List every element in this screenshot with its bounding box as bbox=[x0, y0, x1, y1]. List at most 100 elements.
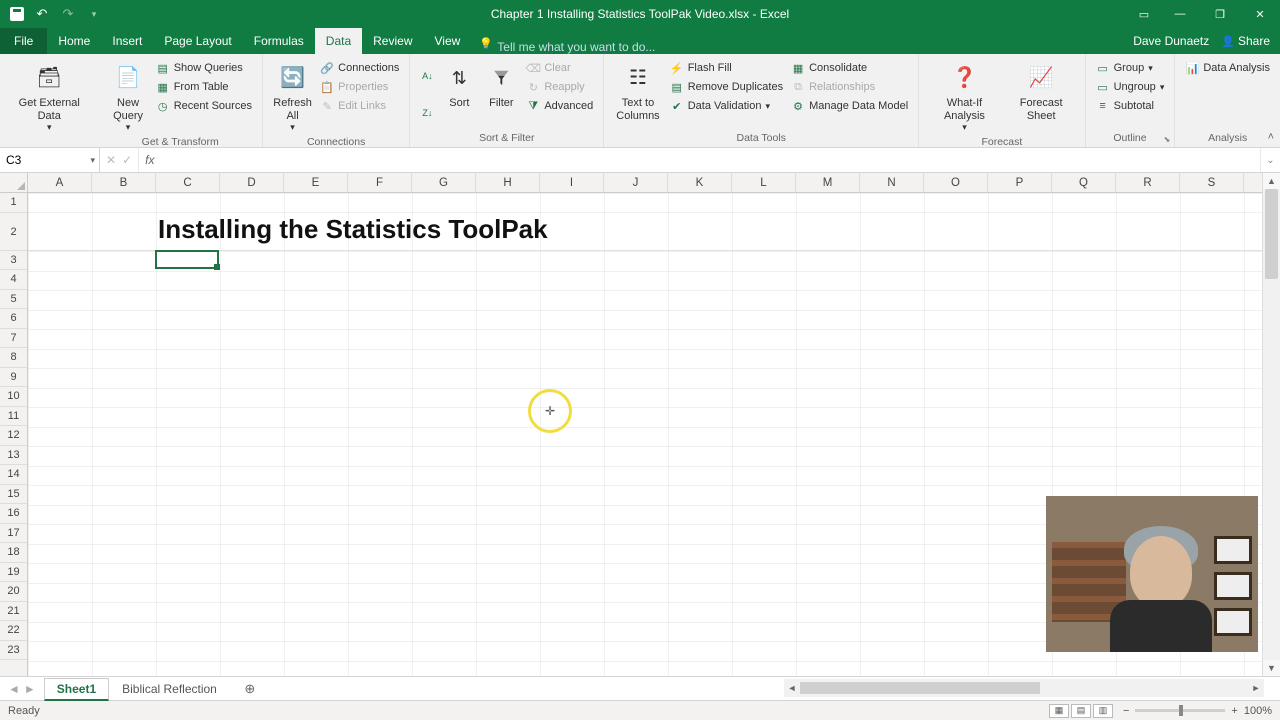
col-header-D[interactable]: D bbox=[220, 173, 284, 192]
filter-button[interactable]: Filter bbox=[480, 58, 522, 131]
sheet-tab-sheet1[interactable]: Sheet1 bbox=[44, 678, 109, 701]
sort-button[interactable]: Sort bbox=[438, 58, 480, 131]
reapply-button[interactable]: ↻Reapply bbox=[524, 79, 595, 95]
save-icon[interactable] bbox=[10, 7, 24, 21]
col-header-G[interactable]: G bbox=[412, 173, 476, 192]
col-header-N[interactable]: N bbox=[860, 173, 924, 192]
tab-review[interactable]: Review bbox=[362, 28, 423, 54]
consolidate-button[interactable]: Consolidate bbox=[789, 60, 910, 76]
col-header-B[interactable]: B bbox=[92, 173, 156, 192]
qat-customize-icon[interactable]: ▾ bbox=[86, 6, 102, 22]
new-query-button[interactable]: New Query▾ bbox=[104, 58, 151, 135]
row-header-14[interactable]: 14 bbox=[0, 465, 27, 485]
sheet-tab-biblical-reflection[interactable]: Biblical Reflection bbox=[109, 678, 230, 699]
tab-insert[interactable]: Insert bbox=[101, 28, 153, 54]
tab-page-layout[interactable]: Page Layout bbox=[153, 28, 242, 54]
undo-icon[interactable]: ↶ bbox=[34, 6, 50, 22]
col-header-F[interactable]: F bbox=[348, 173, 412, 192]
page-layout-view-button[interactable]: ▤ bbox=[1071, 704, 1091, 718]
row-header-17[interactable]: 17 bbox=[0, 524, 27, 544]
col-header-L[interactable]: L bbox=[732, 173, 796, 192]
col-header-I[interactable]: I bbox=[540, 173, 604, 192]
name-box[interactable]: ▾ bbox=[0, 148, 100, 172]
tell-me-search[interactable]: Tell me what you want to do... bbox=[479, 40, 655, 54]
sort-az-button[interactable] bbox=[418, 69, 436, 85]
redo-icon[interactable]: ↷ bbox=[60, 6, 76, 22]
data-analysis-button[interactable]: Data Analysis bbox=[1183, 60, 1272, 76]
name-box-dropdown-icon[interactable]: ▾ bbox=[90, 155, 95, 166]
col-header-K[interactable]: K bbox=[668, 173, 732, 192]
remove-duplicates-button[interactable]: Remove Duplicates bbox=[668, 79, 785, 95]
row-header-19[interactable]: 19 bbox=[0, 563, 27, 583]
file-tab[interactable]: File bbox=[0, 28, 47, 54]
col-header-E[interactable]: E bbox=[284, 173, 348, 192]
horizontal-scrollbar[interactable]: ◄ ► bbox=[784, 679, 1264, 697]
column-headers[interactable]: ABCDEFGHIJKLMNOPQRS bbox=[28, 173, 1262, 193]
hscroll-thumb[interactable] bbox=[800, 682, 1040, 694]
group-button[interactable]: Group ▾ bbox=[1094, 60, 1167, 76]
col-header-S[interactable]: S bbox=[1180, 173, 1244, 192]
ribbon-display-options-icon[interactable]: ▭ bbox=[1128, 0, 1160, 28]
formula-input[interactable] bbox=[160, 148, 1260, 172]
forecast-sheet-button[interactable]: Forecast Sheet bbox=[1004, 58, 1079, 135]
vertical-scrollbar[interactable]: ▲ ▼ bbox=[1262, 173, 1280, 676]
page-break-view-button[interactable]: ▥ bbox=[1093, 704, 1113, 718]
col-header-Q[interactable]: Q bbox=[1052, 173, 1116, 192]
tab-view[interactable]: View bbox=[424, 28, 472, 54]
connections-button[interactable]: Connections bbox=[318, 60, 401, 76]
row-header-4[interactable]: 4 bbox=[0, 270, 27, 290]
zoom-in-button[interactable]: + bbox=[1231, 705, 1237, 717]
minimize-button[interactable]: — bbox=[1160, 0, 1200, 28]
tab-data[interactable]: Data bbox=[315, 28, 362, 54]
zoom-slider[interactable] bbox=[1135, 709, 1225, 712]
edit-links-button[interactable]: Edit Links bbox=[318, 98, 401, 114]
relationships-button[interactable]: Relationships bbox=[789, 79, 910, 95]
name-box-input[interactable] bbox=[0, 153, 78, 167]
hscroll-right-icon[interactable]: ► bbox=[1248, 683, 1264, 693]
close-button[interactable]: ✕ bbox=[1240, 0, 1280, 28]
maximize-button[interactable]: ❐ bbox=[1200, 0, 1240, 28]
row-header-23[interactable]: 23 bbox=[0, 641, 27, 661]
zoom-out-button[interactable]: − bbox=[1123, 705, 1129, 717]
show-queries-button[interactable]: ▤Show Queries bbox=[154, 60, 254, 76]
row-header-18[interactable]: 18 bbox=[0, 543, 27, 563]
text-to-columns-button[interactable]: Text to Columns bbox=[610, 58, 665, 131]
row-header-13[interactable]: 13 bbox=[0, 446, 27, 466]
col-header-J[interactable]: J bbox=[604, 173, 668, 192]
refresh-all-button[interactable]: Refresh All▾ bbox=[269, 58, 316, 135]
from-table-button[interactable]: ▦From Table bbox=[154, 79, 254, 95]
row-header-6[interactable]: 6 bbox=[0, 309, 27, 329]
tab-home[interactable]: Home bbox=[47, 28, 101, 54]
col-header-A[interactable]: A bbox=[28, 173, 92, 192]
col-header-M[interactable]: M bbox=[796, 173, 860, 192]
select-all-corner[interactable] bbox=[0, 173, 28, 193]
flash-fill-button[interactable]: Flash Fill bbox=[668, 60, 785, 76]
row-header-15[interactable]: 15 bbox=[0, 485, 27, 505]
tab-scroll-left-icon[interactable]: ◄ bbox=[8, 682, 20, 696]
clear-filter-button[interactable]: Clear bbox=[524, 60, 595, 76]
share-button[interactable]: Share bbox=[1221, 34, 1270, 48]
col-header-P[interactable]: P bbox=[988, 173, 1052, 192]
col-header-C[interactable]: C bbox=[156, 173, 220, 192]
get-external-data-button[interactable]: Get External Data▾ bbox=[6, 58, 92, 135]
ungroup-button[interactable]: Ungroup ▾ bbox=[1094, 79, 1167, 95]
col-header-H[interactable]: H bbox=[476, 173, 540, 192]
row-headers[interactable]: 1234567891011121314151617181920212223 bbox=[0, 193, 28, 676]
tab-scroll-right-icon[interactable]: ► bbox=[24, 682, 36, 696]
row-header-8[interactable]: 8 bbox=[0, 348, 27, 368]
user-name-label[interactable]: Dave Dunaetz bbox=[1133, 34, 1209, 48]
col-header-R[interactable]: R bbox=[1116, 173, 1180, 192]
scroll-up-icon[interactable]: ▲ bbox=[1263, 173, 1280, 189]
normal-view-button[interactable]: ▦ bbox=[1049, 704, 1069, 718]
scroll-thumb[interactable] bbox=[1265, 189, 1278, 279]
scroll-down-icon[interactable]: ▼ bbox=[1263, 660, 1280, 676]
collapse-ribbon-icon[interactable]: ˄ bbox=[1268, 131, 1274, 143]
row-header-7[interactable]: 7 bbox=[0, 329, 27, 349]
row-header-1[interactable]: 1 bbox=[0, 193, 27, 213]
data-validation-button[interactable]: Data Validation ▾ bbox=[668, 98, 785, 114]
col-header-O[interactable]: O bbox=[924, 173, 988, 192]
what-if-analysis-button[interactable]: What-If Analysis▾ bbox=[925, 58, 1004, 135]
row-header-3[interactable]: 3 bbox=[0, 251, 27, 271]
row-header-2[interactable]: 2 bbox=[0, 213, 27, 251]
tab-formulas[interactable]: Formulas bbox=[243, 28, 315, 54]
